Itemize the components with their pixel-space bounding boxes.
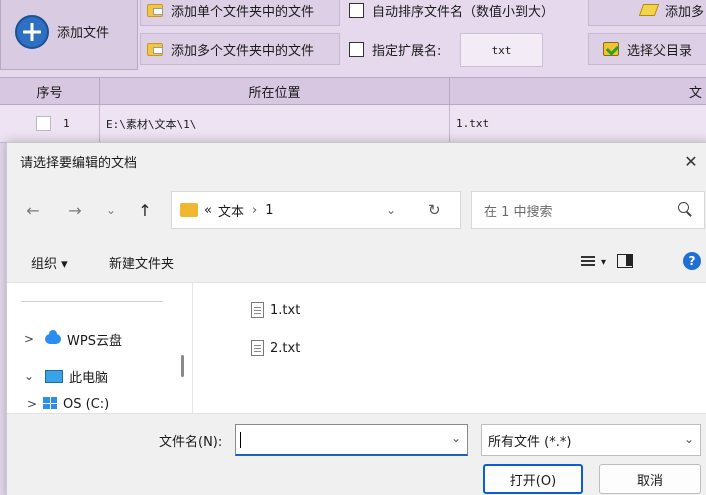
address-overflow[interactable]: «	[204, 203, 212, 218]
specify-ext-label: 指定扩展名:	[372, 43, 442, 59]
list-item[interactable]: 1.txt	[251, 299, 300, 321]
add-single-folder-button[interactable]: 添加单个文件夹中的文件	[140, 0, 340, 26]
filename-label: 文件名(N):	[159, 435, 223, 450]
checkbox-icon	[349, 2, 364, 18]
cancel-button[interactable]: 取消	[599, 464, 701, 494]
tree-item-label: 此电脑	[69, 370, 109, 386]
divider	[21, 301, 163, 302]
add-multi-folder-button[interactable]: 添加多个文件夹中的文件	[140, 33, 340, 65]
plus-circle-icon	[15, 14, 49, 49]
up-arrow-icon[interactable]: ↑	[133, 179, 157, 241]
folder-icon	[180, 203, 198, 217]
header-filename[interactable]: 文	[450, 78, 706, 104]
recent-locations-icon[interactable]: ⌄	[101, 179, 121, 241]
preview-pane-icon[interactable]	[617, 254, 633, 268]
chevron-right-icon[interactable]: >	[19, 332, 39, 346]
add-more-button[interactable]: 添加多	[588, 0, 706, 26]
tree-item-label: OS (C:)	[63, 397, 110, 412]
checkbox-icon	[349, 41, 364, 57]
row-location: E:\素材\文本\1\	[100, 105, 450, 142]
list-item[interactable]: 2.txt	[251, 337, 300, 359]
chevron-right-icon: ›	[251, 202, 258, 218]
tree-item-wps-cloud[interactable]: > WPS云盘	[7, 326, 122, 352]
select-parent-label: 选择父目录	[627, 43, 693, 59]
auto-sort-checkbox[interactable]: 自动排序文件名（数值小到大）	[342, 0, 582, 26]
file-list: 1.txt 2.txt	[193, 283, 706, 413]
add-single-folder-label: 添加单个文件夹中的文件	[171, 4, 315, 20]
scrollbar-thumb[interactable]	[181, 355, 184, 377]
filename-input[interactable]: ⌄	[235, 424, 468, 456]
folder-icon	[147, 3, 163, 17]
file-name: 2.txt	[270, 340, 301, 356]
tree-item-os-c[interactable]: > OS (C:)	[7, 397, 109, 413]
table-row[interactable]: 1 E:\素材\文本\1\ 1.txt	[0, 105, 706, 143]
address-segment[interactable]: 1	[265, 203, 273, 218]
add-file-label: 添加文件	[57, 26, 110, 41]
navigation-pane: > WPS云盘 ⌄ 此电脑 > OS (C:)	[7, 283, 193, 413]
chevron-down-icon[interactable]: ⌄	[386, 192, 396, 228]
new-folder-button[interactable]: 新建文件夹	[109, 241, 174, 283]
view-options-icon[interactable]	[581, 254, 595, 268]
search-placeholder: 在 1 中搜索	[484, 204, 553, 220]
chevron-down-icon[interactable]: ▾	[601, 241, 606, 283]
forward-arrow-icon[interactable]: →	[63, 179, 87, 241]
checkmark-folder-icon	[603, 42, 619, 56]
tree-item-this-pc[interactable]: ⌄ 此电脑	[7, 363, 108, 389]
back-arrow-icon[interactable]: ←	[21, 179, 45, 241]
add-multi-folder-label: 添加多个文件夹中的文件	[171, 43, 315, 59]
organize-menu[interactable]: 组织 ▾	[31, 241, 68, 283]
add-more-label: 添加多	[665, 4, 705, 20]
auto-sort-label: 自动排序文件名（数值小到大）	[372, 4, 555, 20]
address-segment[interactable]: 文本	[218, 201, 244, 220]
row-filename: 1.txt	[456, 117, 490, 130]
dialog-footer: 文件名(N): ⌄ 所有文件 (*.*) ⌄ 打开(O) 取消	[7, 413, 706, 495]
row-index: 1	[63, 117, 70, 130]
help-icon[interactable]: ?	[683, 252, 701, 270]
header-location[interactable]: 所在位置	[100, 78, 450, 104]
file-name: 1.txt	[270, 302, 301, 318]
dialog-titlebar: 请选择要编辑的文档 ✕	[7, 143, 706, 179]
drive-icon	[43, 397, 57, 409]
grid-header: 序号 所在位置 文	[0, 77, 706, 105]
filetype-value: 所有文件 (*.*)	[488, 434, 572, 450]
open-file-dialog: 请选择要编辑的文档 ✕ ← → ⌄ ↑ « 文本 › 1 ⌄ ↻ 在 1 中搜索…	[6, 142, 706, 495]
cloud-icon	[45, 330, 61, 344]
text-file-icon	[251, 302, 264, 318]
refresh-icon[interactable]: ↻	[428, 192, 441, 228]
address-bar[interactable]: « 文本 › 1 ⌄ ↻	[171, 191, 461, 229]
folder-icon	[147, 42, 163, 56]
open-button[interactable]: 打开(O)	[483, 464, 583, 494]
row-checkbox[interactable]	[36, 116, 51, 131]
search-input[interactable]: 在 1 中搜索	[471, 191, 705, 229]
close-icon[interactable]: ✕	[679, 149, 703, 173]
tree-item-label: WPS云盘	[67, 333, 122, 349]
chevron-down-icon[interactable]: ⌄	[451, 431, 461, 445]
chevron-down-icon[interactable]: ⌄	[684, 432, 694, 446]
extension-input[interactable]: txt	[460, 33, 543, 67]
computer-icon	[45, 369, 63, 383]
text-caret	[240, 432, 241, 448]
select-parent-button[interactable]: 选择父目录	[588, 33, 706, 65]
text-file-icon	[251, 340, 264, 356]
search-icon[interactable]	[678, 202, 692, 216]
add-file-button[interactable]: 添加文件	[0, 0, 138, 70]
tag-icon	[638, 4, 660, 16]
header-index[interactable]: 序号	[0, 78, 100, 104]
command-bar: 组织 ▾ 新建文件夹 ▾ ?	[7, 241, 706, 283]
filetype-select[interactable]: 所有文件 (*.*) ⌄	[481, 424, 701, 456]
specify-ext-checkbox[interactable]: 指定扩展名:	[342, 33, 458, 65]
navigation-bar: ← → ⌄ ↑ « 文本 › 1 ⌄ ↻ 在 1 中搜索	[7, 179, 706, 241]
row-index-cell: 1	[0, 105, 100, 142]
chevron-down-icon[interactable]: ⌄	[19, 369, 39, 383]
file-grid: 序号 所在位置 文 1 E:\素材\文本\1\ 1.txt	[0, 77, 706, 143]
chevron-right-icon[interactable]: >	[27, 397, 37, 411]
dialog-title: 请选择要编辑的文档	[20, 155, 138, 171]
